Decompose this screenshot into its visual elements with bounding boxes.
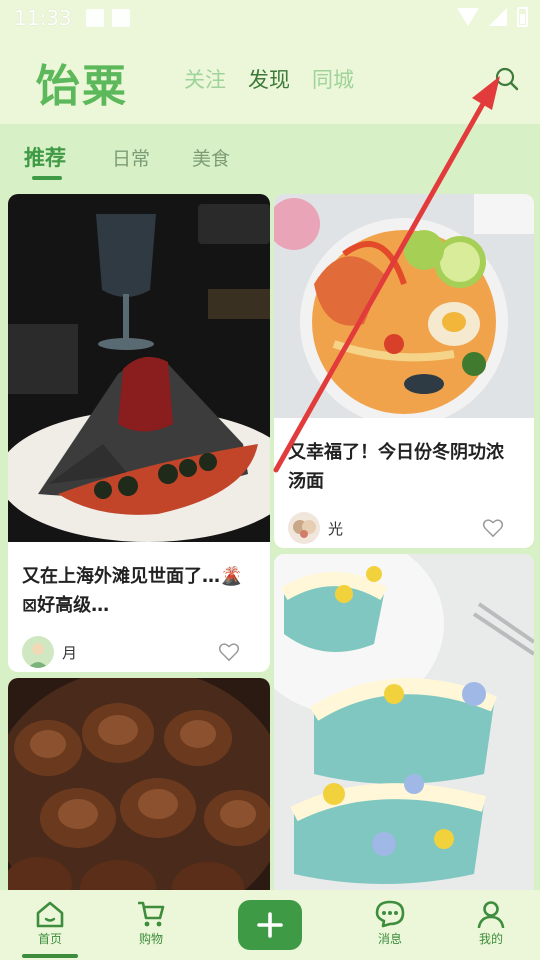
- tab-following[interactable]: 关注: [184, 64, 226, 94]
- signal-icon: [489, 8, 507, 26]
- category-tab-food[interactable]: 美食: [192, 144, 230, 171]
- home-icon: [36, 901, 64, 928]
- card-author: 光: [288, 512, 343, 544]
- cart-icon: [138, 901, 165, 927]
- card-image: [8, 678, 270, 890]
- status-right-group: [457, 7, 528, 27]
- heart-icon[interactable]: [482, 518, 504, 538]
- nav-shop[interactable]: 购物: [121, 900, 181, 947]
- app-notification-icon: [111, 9, 130, 27]
- bottom-nav: 首页 购物 消息 我的: [0, 890, 540, 960]
- gallery-notification-icon: [85, 9, 104, 27]
- category-tab-recommend[interactable]: 推荐: [24, 142, 66, 172]
- card-title: 又在上海外滩见世面了…🌋⊠好高级…: [22, 566, 243, 616]
- add-post-button[interactable]: [238, 900, 302, 950]
- heart-icon[interactable]: [218, 642, 240, 662]
- battery-icon: [517, 7, 528, 27]
- feed-card[interactable]: 又幸福了！今日份冬阴功浓汤面 光: [274, 194, 534, 548]
- profile-icon: [477, 901, 505, 928]
- nav-home-label: 首页: [37, 932, 62, 946]
- card-title: 又幸福了！今日份冬阴功浓汤面: [288, 442, 504, 492]
- status-bar: 11:33: [0, 0, 540, 36]
- avatar: [22, 636, 54, 668]
- top-tabs: 关注 发现 同城: [184, 64, 354, 94]
- avatar: [288, 512, 320, 544]
- feed: 又在上海外滩见世面了…🌋⊠好高级… 月 又幸福了！今日份冬阴功浓汤面 光: [0, 188, 540, 890]
- nav-messages-label: 消息: [377, 932, 402, 946]
- plus-icon: [257, 912, 283, 938]
- app-header: 饴粟 关注 发现 同城: [0, 36, 540, 124]
- nav-home[interactable]: 首页: [20, 900, 80, 947]
- card-image: [8, 194, 270, 542]
- author-name: 光: [328, 519, 344, 538]
- status-time: 11:33: [14, 6, 72, 30]
- active-tab-indicator: [32, 176, 62, 180]
- category-tabs: 推荐 日常 美食: [0, 124, 540, 188]
- category-tab-daily[interactable]: 日常: [112, 144, 150, 171]
- app-logo: 饴粟: [36, 61, 128, 112]
- search-icon[interactable]: [494, 66, 520, 92]
- nav-profile[interactable]: 我的: [461, 900, 521, 947]
- wifi-icon: [457, 8, 479, 26]
- card-image: [274, 554, 534, 890]
- feed-card[interactable]: [274, 554, 534, 890]
- tab-discover[interactable]: 发现: [248, 64, 290, 94]
- nav-messages[interactable]: 消息: [360, 900, 420, 947]
- author-name: 月: [62, 643, 78, 662]
- message-icon: [375, 900, 405, 928]
- card-image: [274, 194, 534, 418]
- nav-active-indicator: [22, 954, 78, 958]
- nav-profile-label: 我的: [478, 932, 503, 946]
- tab-nearby[interactable]: 同城: [312, 64, 354, 94]
- feed-card[interactable]: 又在上海外滩见世面了…🌋⊠好高级… 月: [8, 194, 270, 672]
- feed-card[interactable]: [8, 678, 270, 890]
- card-author: 月: [22, 636, 77, 668]
- nav-shop-label: 购物: [138, 932, 163, 946]
